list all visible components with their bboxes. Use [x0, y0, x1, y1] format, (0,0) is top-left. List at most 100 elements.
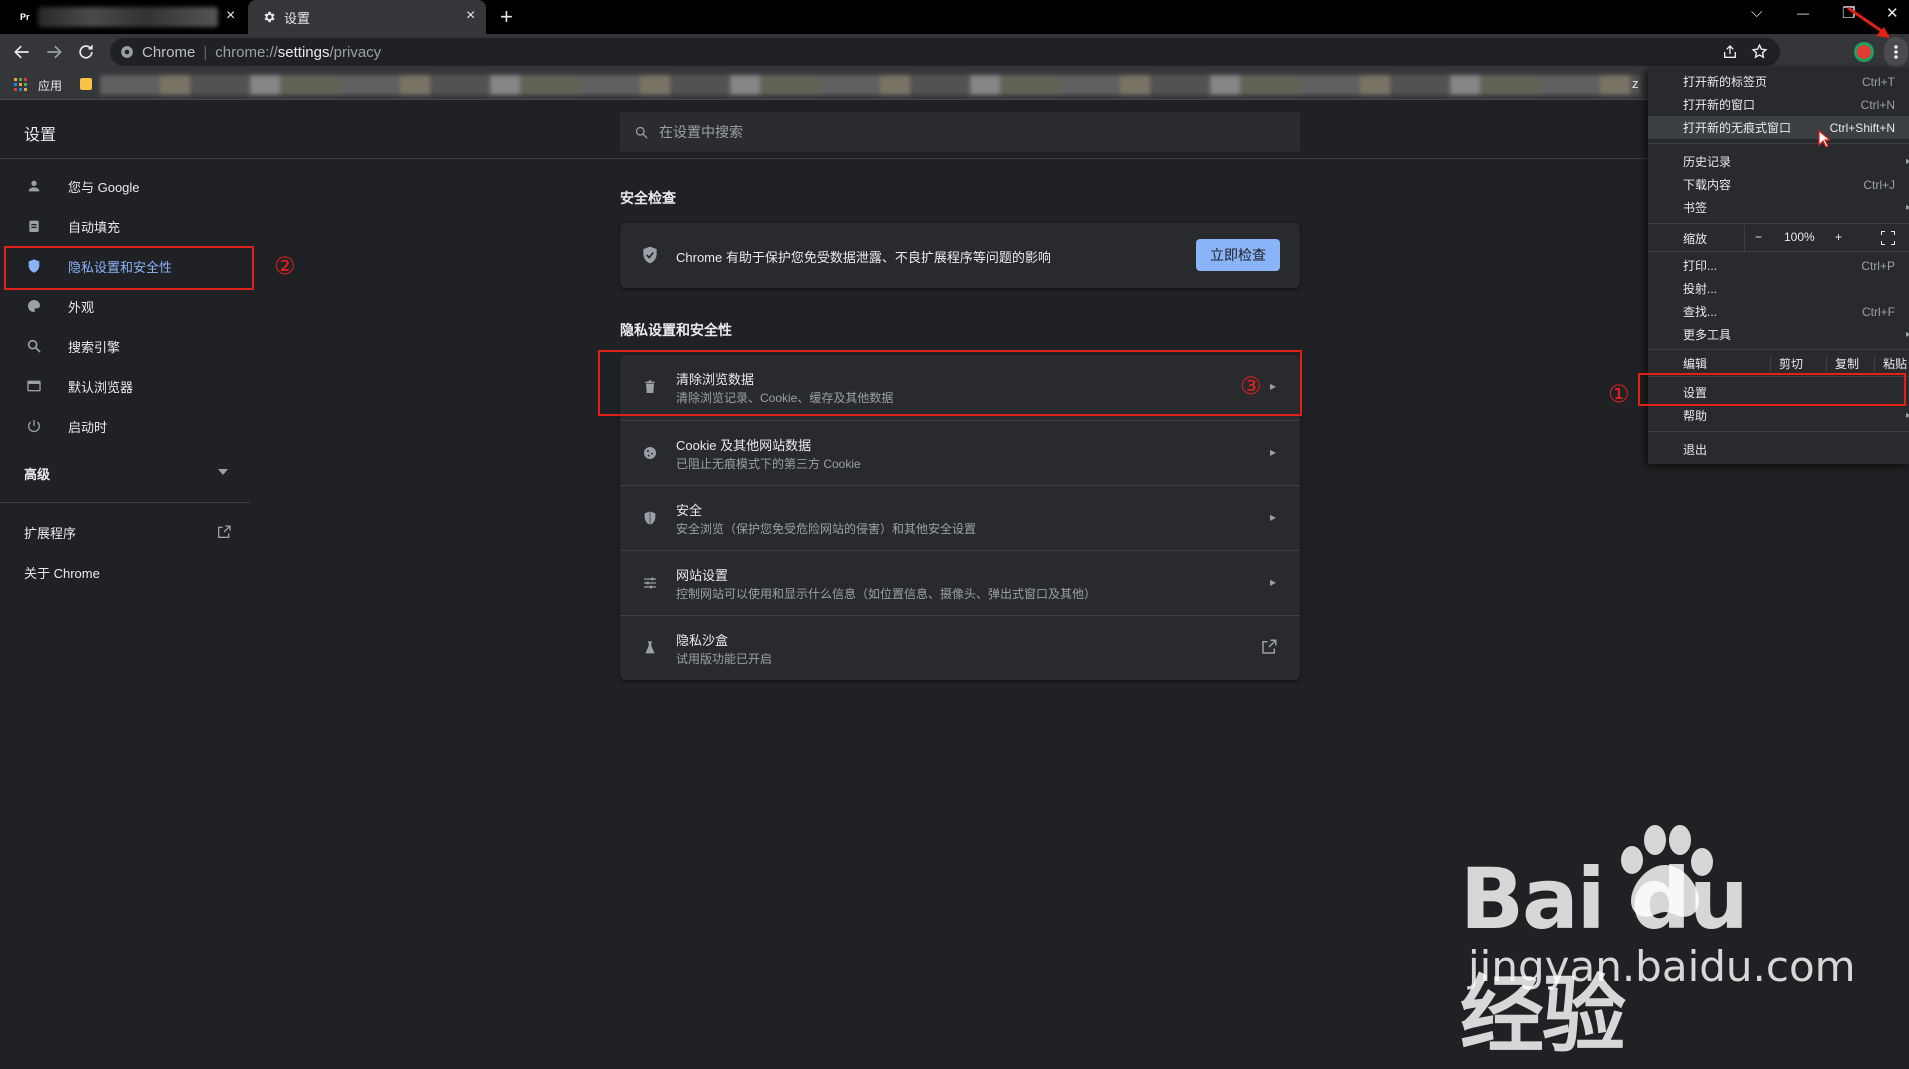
menu-item-label: 打开新的标签页	[1683, 75, 1768, 89]
profile-avatar[interactable]	[1854, 42, 1874, 62]
search-icon	[634, 125, 649, 140]
menu-find[interactable]: 查找... Ctrl+F	[1648, 300, 1909, 323]
sliders-icon	[640, 573, 660, 593]
search-icon	[24, 336, 44, 356]
menu-item-label: 投射...	[1683, 282, 1718, 296]
sidebar-item-label: 扩展程序	[24, 525, 77, 541]
menu-new-window[interactable]: 打开新的窗口 Ctrl+N	[1648, 93, 1909, 116]
blurred-tab-title	[38, 7, 218, 27]
annotation-number-three: ③	[1240, 373, 1262, 400]
menu-shortcut: Ctrl+J	[1863, 177, 1895, 192]
menu-edit: 编辑 剪切 复制 粘贴	[1648, 352, 1909, 375]
share-icon[interactable]	[1722, 44, 1738, 60]
shield-icon	[640, 508, 660, 528]
row-title: 安全	[676, 503, 703, 518]
annotation-number-one: ①	[1608, 381, 1630, 408]
menu-downloads[interactable]: 下载内容 Ctrl+J	[1648, 173, 1909, 196]
power-icon	[24, 416, 44, 436]
palette-icon	[24, 296, 44, 316]
annotation-number-two: ②	[274, 253, 296, 280]
annotation-box-clear-data	[598, 350, 1302, 416]
sidebar-item-appearance[interactable]: 外观	[0, 286, 250, 326]
new-tab-button[interactable]: +	[500, 4, 513, 30]
sidebar-item-search-engine[interactable]: 搜索引擎	[0, 326, 250, 366]
url-path: /privacy	[329, 43, 382, 61]
sidebar-extensions[interactable]: 扩展程序	[0, 512, 250, 552]
reload-icon[interactable]	[76, 42, 96, 62]
menu-help[interactable]: 帮助 ▸	[1648, 404, 1909, 427]
sidebar-item-label: 外观	[68, 299, 95, 315]
tab-close-button[interactable]: ×	[466, 7, 475, 25]
tab-settings[interactable]: 设置 ×	[248, 0, 486, 34]
sidebar-item-on-startup[interactable]: 启动时	[0, 406, 250, 446]
star-icon[interactable]	[1751, 43, 1768, 60]
search-input[interactable]	[659, 124, 1259, 140]
url-host: settings	[277, 43, 330, 61]
menu-new-incognito[interactable]: 打开新的无痕式窗口 Ctrl+Shift+N	[1648, 116, 1909, 139]
chevron-right-icon: ▸	[1269, 575, 1276, 589]
menu-history[interactable]: 历史记录 ▸	[1648, 150, 1909, 173]
sidebar-item-default-browser[interactable]: 默认浏览器	[0, 366, 250, 406]
menu-cast[interactable]: 投射...	[1648, 277, 1909, 300]
toolbar: Chrome | chrome://settings/privacy	[0, 34, 1909, 70]
tab-label: 设置	[284, 10, 311, 26]
privacy-row-security[interactable]: 安全 安全浏览（保护您免受危险网站的侵害）和其他安全设置 ▸	[620, 485, 1300, 550]
menu-item-label: 缩放	[1683, 231, 1708, 246]
menu-copy[interactable]: 复制	[1826, 355, 1859, 372]
menu-item-label: 打开新的无痕式窗口	[1683, 121, 1792, 135]
menu-paste[interactable]: 粘贴	[1874, 355, 1907, 372]
bookmarks-trailing[interactable]: z	[1632, 76, 1639, 91]
sidebar-item-autofill[interactable]: 自动填充	[0, 206, 250, 246]
check-now-button[interactable]: 立即检查	[1196, 239, 1280, 271]
cookie-icon	[640, 443, 660, 463]
menu-new-tab[interactable]: 打开新的标签页 Ctrl+T	[1648, 70, 1909, 93]
menu-bookmarks[interactable]: 书签 ▸	[1648, 196, 1909, 219]
menu-item-label: 更多工具	[1683, 328, 1732, 342]
menu-more-tools[interactable]: 更多工具 ▸	[1648, 323, 1909, 346]
apps-label[interactable]: 应用	[38, 77, 62, 94]
sidebar-item-label: 关于 Chrome	[24, 565, 100, 581]
zoom-out-button[interactable]: −	[1755, 230, 1762, 244]
settings-search[interactable]	[620, 112, 1300, 152]
menu-shortcut: Ctrl+Shift+N	[1829, 120, 1895, 135]
fullscreen-icon[interactable]	[1881, 231, 1895, 245]
tab-search-dropdown[interactable]: ⌵	[1751, 4, 1762, 21]
folder-icon[interactable]	[80, 78, 92, 90]
menu-print[interactable]: 打印... Ctrl+P	[1648, 254, 1909, 277]
external-link-icon	[1260, 638, 1278, 656]
apps-grid-icon[interactable]	[14, 78, 28, 92]
menu-exit[interactable]: 退出	[1648, 438, 1909, 461]
privacy-row-cookies[interactable]: Cookie 及其他网站数据 已阻止无痕模式下的第三方 Cookie ▸	[620, 420, 1300, 485]
address-bar[interactable]: Chrome | chrome://settings/privacy	[110, 38, 1780, 66]
tab-other[interactable]: Pr ×	[8, 0, 242, 34]
row-subtitle: 安全浏览（保护您免受危险网站的侵害）和其他安全设置	[676, 522, 977, 536]
back-icon[interactable]	[12, 42, 32, 62]
menu-item-label: 编辑	[1683, 357, 1708, 371]
minimize-button[interactable]: —	[1797, 6, 1809, 20]
annotation-box-privacy-nav	[4, 246, 254, 290]
menu-shortcut: Ctrl+P	[1861, 258, 1895, 273]
privacy-row-sandbox[interactable]: 隐私沙盒 试用版功能已开启	[620, 615, 1300, 680]
site-chip: Chrome	[142, 43, 196, 61]
menu-separator	[1648, 143, 1909, 144]
tab-close-button[interactable]: ×	[226, 7, 235, 25]
menu-item-label: 打开新的窗口	[1683, 98, 1756, 112]
forward-icon[interactable]	[44, 42, 64, 62]
sidebar-item-label: 默认浏览器	[68, 379, 134, 395]
gear-icon	[262, 10, 276, 24]
menu-cut[interactable]: 剪切	[1770, 355, 1803, 372]
sidebar-advanced[interactable]: 高级	[0, 453, 250, 493]
zoom-control: − 100% +	[1744, 225, 1909, 251]
privacy-row-site-settings[interactable]: 网站设置 控制网站可以使用和显示什么信息（如位置信息、摄像头、弹出式窗口及其他）…	[620, 550, 1300, 615]
menu-separator	[1648, 251, 1909, 252]
settings-header: 设置	[0, 100, 1909, 159]
zoom-in-button[interactable]: +	[1835, 230, 1842, 244]
sidebar-about-chrome[interactable]: 关于 Chrome	[0, 552, 250, 592]
row-title: Cookie 及其他网站数据	[676, 438, 812, 453]
menu-separator	[1648, 431, 1909, 432]
sidebar-item-you-and-google[interactable]: 您与 Google	[0, 166, 250, 206]
flask-icon	[640, 638, 660, 658]
mouse-cursor-icon	[1818, 130, 1830, 148]
caret-down-icon	[218, 469, 228, 475]
sidebar-item-label: 您与 Google	[68, 179, 140, 195]
